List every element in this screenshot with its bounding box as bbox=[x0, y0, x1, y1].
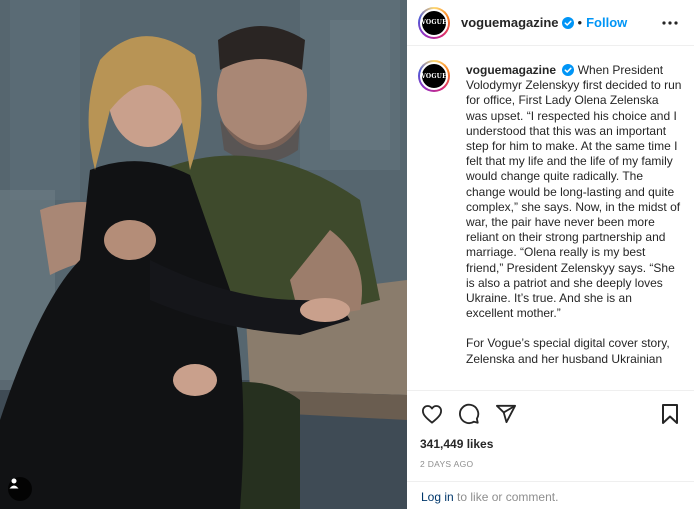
caption-username[interactable]: voguemagazine bbox=[466, 63, 556, 77]
caption-area[interactable]: VOGUE voguemagazine When President Volod… bbox=[407, 47, 694, 390]
post-photo[interactable] bbox=[0, 0, 407, 509]
post-photo-illustration bbox=[0, 0, 407, 509]
person-icon bbox=[9, 478, 19, 489]
more-options-icon[interactable] bbox=[658, 11, 682, 35]
caption-paragraph-2: For Vogue’s special digital cover story,… bbox=[466, 336, 670, 366]
caption-author-avatar[interactable]: VOGUE bbox=[418, 60, 450, 92]
tagged-users-icon[interactable] bbox=[8, 477, 32, 501]
author-avatar[interactable]: VOGUE bbox=[418, 6, 450, 39]
login-link[interactable]: Log in bbox=[421, 490, 454, 504]
separator-dot: • bbox=[577, 15, 583, 30]
post-timestamp[interactable]: 2 DAYS AGO bbox=[420, 459, 682, 469]
caption-text: voguemagazine When President Volodymyr Z… bbox=[466, 63, 682, 367]
heart-icon[interactable] bbox=[420, 402, 444, 426]
login-prompt: Log in to like or comment. bbox=[407, 481, 694, 509]
verified-badge-icon bbox=[561, 16, 574, 29]
avatar-logo: VOGUE bbox=[420, 8, 448, 37]
action-icon-row bbox=[420, 401, 682, 427]
share-icon[interactable] bbox=[494, 402, 518, 426]
verified-badge-icon bbox=[562, 64, 575, 76]
avatar-logo: VOGUE bbox=[420, 62, 448, 90]
caption-paragraph-1: When President Volodymyr Zelenskyy first… bbox=[466, 63, 682, 321]
post-header: VOGUE voguemagazine • Follow bbox=[407, 0, 694, 46]
bookmark-icon[interactable] bbox=[658, 402, 682, 426]
caption-comment: VOGUE voguemagazine When President Volod… bbox=[418, 60, 682, 367]
follow-button[interactable]: Follow bbox=[586, 15, 627, 30]
post-side-panel: VOGUE voguemagazine • Follow VOGUE vogue… bbox=[407, 0, 694, 509]
comment-icon[interactable] bbox=[457, 402, 481, 426]
likes-count[interactable]: 341,449 likes bbox=[420, 437, 682, 451]
author-username[interactable]: voguemagazine bbox=[461, 15, 559, 30]
post-actions: 341,449 likes 2 DAYS AGO bbox=[407, 390, 694, 469]
login-prompt-text: to like or comment. bbox=[453, 490, 559, 504]
